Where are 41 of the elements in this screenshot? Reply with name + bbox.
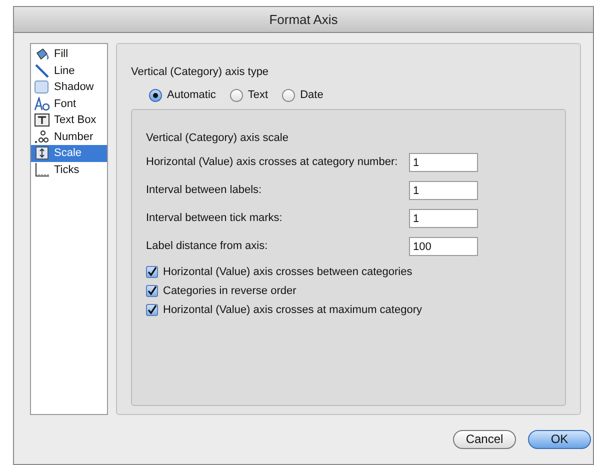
radio-button[interactable] — [149, 88, 162, 102]
text-box-icon — [34, 113, 50, 128]
ticks-icon — [34, 162, 50, 177]
field-label: Interval between labels: — [146, 183, 263, 198]
radio-option[interactable]: Text — [230, 86, 268, 104]
radio-option[interactable]: Automatic — [149, 86, 216, 104]
sidebar-item[interactable]: Scale — [31, 145, 107, 162]
checkbox-label: Horizontal (Value) axis crosses at maximum category — [163, 302, 422, 318]
window-title: Format Axis — [269, 10, 338, 29]
field-label: Horizontal (Value) axis crosses at category number: — [146, 155, 399, 170]
checkbox[interactable] — [146, 266, 158, 278]
paint-bucket-icon — [34, 47, 50, 62]
field-label: Label distance from axis: — [146, 239, 269, 254]
checkbox[interactable] — [146, 285, 158, 297]
sidebar-item[interactable]: Font — [31, 96, 107, 112]
sidebar-item[interactable]: Ticks — [31, 162, 107, 178]
sidebar-item[interactable]: Fill — [31, 46, 107, 62]
line-icon — [34, 64, 50, 78]
checkbox-label: Horizontal (Value) axis crosses between categories — [163, 264, 412, 280]
decimal-icon — [34, 130, 50, 144]
sidebar-item[interactable]: Line — [31, 62, 107, 79]
shadow-icon — [34, 80, 50, 94]
radio-button[interactable] — [230, 88, 243, 102]
ok-button[interactable]: OK — [528, 430, 591, 449]
checkbox-label: Categories in reverse order — [163, 284, 296, 299]
radio-option[interactable]: Date — [282, 86, 324, 104]
radio-button[interactable] — [282, 88, 296, 102]
input-field[interactable]: 100 — [409, 237, 478, 256]
input-field[interactable]: 1 — [409, 209, 478, 228]
section-heading: Vertical (Category) axis type — [131, 65, 270, 78]
sidebar-item[interactable]: Number — [31, 128, 107, 145]
sidebar-item[interactable]: Shadow — [31, 79, 107, 96]
scale-icon — [34, 146, 50, 160]
font-icon — [34, 96, 50, 111]
input-field[interactable]: 1 — [409, 181, 478, 200]
sidebar-item[interactable]: Text Box — [31, 112, 107, 128]
section-heading: Vertical (Category) axis scale — [146, 131, 290, 144]
checkbox[interactable] — [146, 304, 158, 316]
cancel-button[interactable]: Cancel — [453, 430, 516, 449]
input-field[interactable]: 1 — [409, 153, 478, 172]
field-label: Interval between tick marks: — [146, 211, 284, 226]
